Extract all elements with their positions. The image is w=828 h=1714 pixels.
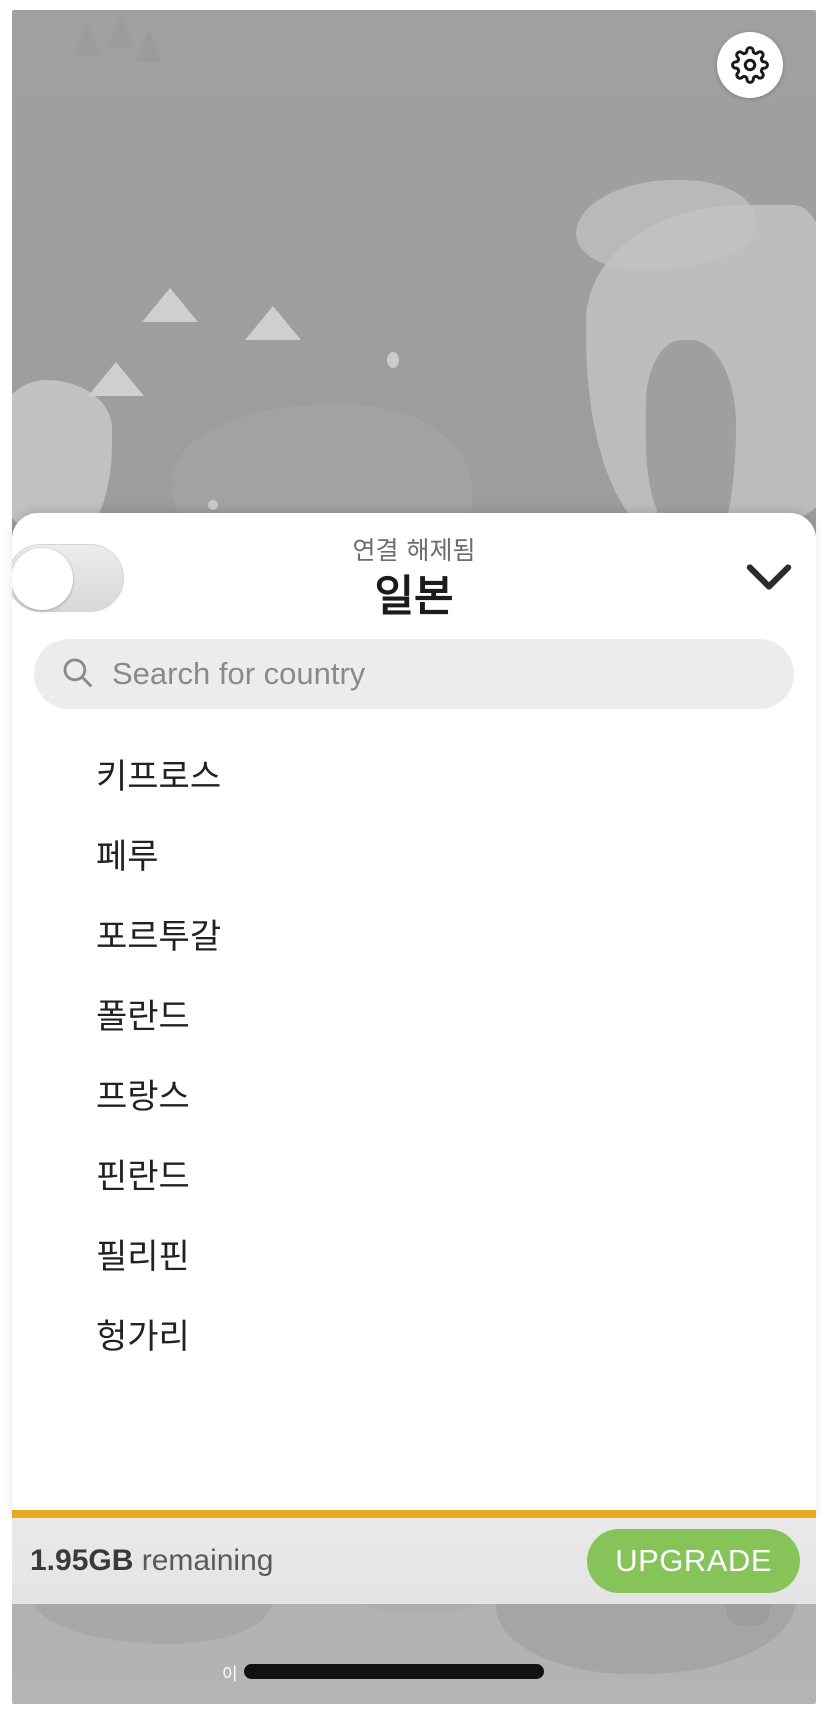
list-item[interactable]: 핀란드 — [12, 1133, 816, 1213]
tree-icon — [108, 14, 134, 48]
country-list[interactable]: 키프로스 페루 포르투갈 폴란드 프랑스 핀란드 필리핀 헝가리 — [12, 733, 816, 1433]
selected-country-title: 일본 — [374, 572, 454, 622]
map-speck — [208, 500, 218, 510]
country-name: 프랑스 — [96, 1076, 190, 1117]
search-input[interactable] — [112, 656, 768, 692]
data-usage-bar: 1.95GB remaining UPGRADE — [12, 1510, 816, 1604]
country-name: 폴란드 — [96, 996, 190, 1037]
search-icon — [60, 655, 94, 694]
vpn-connect-toggle[interactable] — [12, 544, 124, 612]
list-item[interactable]: 페루 — [12, 813, 816, 893]
list-item[interactable]: 헝가리 — [12, 1293, 816, 1373]
list-item[interactable]: 포르투갈 — [12, 893, 816, 973]
data-progress-track — [12, 1510, 816, 1518]
tree-icon — [136, 28, 162, 62]
app-root: 연결 해제됨 일본 Search for country 키프로스 페루 포르투… — [0, 0, 828, 1714]
data-usage-row: 1.95GB remaining UPGRADE — [12, 1518, 816, 1604]
country-name: 키프로스 — [96, 756, 222, 797]
toggle-knob — [12, 548, 73, 610]
country-name: 포르투갈 — [96, 916, 222, 957]
data-progress-fill — [12, 1510, 816, 1518]
gear-icon — [731, 46, 769, 84]
settings-button[interactable] — [717, 32, 783, 98]
list-item[interactable]: 키프로스 — [12, 733, 816, 813]
search-bar[interactable] — [34, 639, 794, 709]
connection-status-text: 연결 해제됨 — [352, 536, 476, 565]
upgrade-button[interactable]: UPGRADE — [587, 1529, 800, 1593]
mountain-icon — [88, 362, 144, 396]
data-amount: 1.95GB — [30, 1544, 134, 1577]
mountain-icon — [245, 306, 301, 340]
list-item[interactable]: 폴란드 — [12, 973, 816, 1053]
country-name: 페루 — [96, 836, 159, 877]
mountain-icon — [142, 288, 198, 322]
list-item[interactable]: 프랑스 — [12, 1053, 816, 1133]
chevron-down-icon — [746, 562, 792, 597]
sheet-header: 연결 해제됨 일본 — [12, 513, 816, 631]
data-remaining-label: remaining — [133, 1544, 274, 1577]
home-indicator[interactable] — [244, 1664, 544, 1679]
country-name: 헝가리 — [96, 1316, 190, 1357]
collapse-sheet-button[interactable] — [738, 553, 800, 605]
list-item[interactable]: 필리핀 — [12, 1213, 816, 1293]
tree-icon — [74, 22, 100, 56]
data-remaining-text: 1.95GB remaining — [30, 1544, 273, 1578]
connection-status-block: 연결 해제됨 일본 — [12, 535, 816, 625]
country-name: 핀란드 — [96, 1156, 190, 1197]
nav-hint-text: 이 — [222, 1665, 238, 1685]
country-selection-sheet: 연결 해제됨 일본 Search for country 키프로스 페루 포르투… — [12, 513, 816, 1518]
map-speck — [387, 352, 399, 368]
country-name: 필리핀 — [96, 1236, 190, 1277]
